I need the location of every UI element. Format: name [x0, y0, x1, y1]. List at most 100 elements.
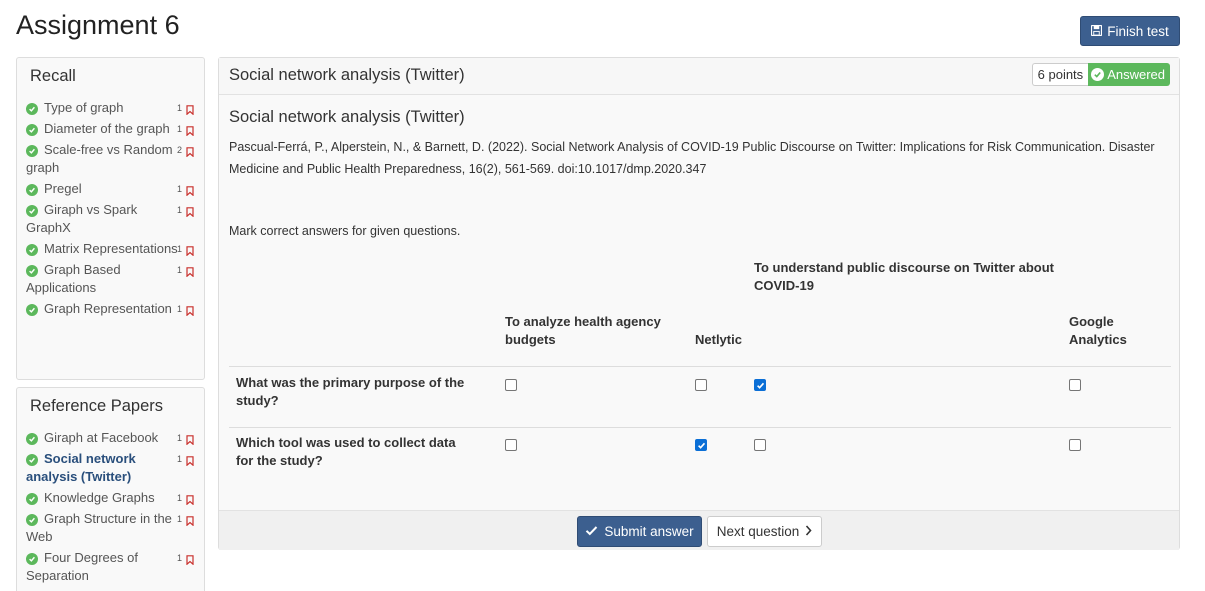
reference-paper-item-label: Giraph at Facebook: [44, 430, 159, 445]
submit-answer-button[interactable]: Submit answer: [577, 516, 702, 547]
table-divider: [229, 366, 1171, 367]
item-count: 1: [176, 184, 182, 194]
check-circle-icon: [26, 184, 38, 196]
row-question-2: Which tool was used to collect data for …: [236, 435, 456, 468]
recall-list: Type of graph 1 Diameter of the graph 1 Scal…: [17, 94, 204, 318]
submit-answer-label: Submit answer: [604, 524, 694, 539]
reference-paper-item[interactable]: Giraph at Facebook 1: [26, 429, 204, 447]
answer-checkbox[interactable]: [1069, 439, 1081, 451]
points-badge: 6 points: [1031, 63, 1089, 86]
question-footer: Submit answer Next question: [219, 510, 1179, 550]
answered-label: Answered: [1107, 67, 1165, 82]
bookmark-icon[interactable]: [186, 145, 194, 158]
recall-item-label: Matrix Representations: [44, 241, 178, 256]
next-question-button[interactable]: Next question: [707, 516, 822, 547]
check-circle-icon: [26, 433, 38, 445]
question-header-title: Social network analysis (Twitter): [229, 66, 465, 84]
bookmark-icon[interactable]: [186, 454, 194, 467]
recall-item-label: Graph Based Applications: [26, 262, 121, 295]
item-count: 2: [176, 145, 182, 155]
bookmark-icon[interactable]: [186, 103, 194, 116]
bookmark-icon[interactable]: [186, 184, 194, 197]
check-circle-icon: [26, 514, 38, 526]
table-divider: [229, 427, 1171, 428]
reference-papers-panel: Reference Papers Giraph at Facebook 1 Soci…: [16, 387, 205, 591]
bookmark-icon[interactable]: [186, 244, 194, 257]
item-count: 1: [176, 124, 182, 134]
bookmark-icon[interactable]: [186, 493, 194, 506]
check-circle-icon: [26, 124, 38, 136]
check-circle-icon: [1091, 68, 1105, 81]
bookmark-icon[interactable]: [186, 553, 194, 566]
reference-papers-heading: Reference Papers: [30, 397, 163, 415]
check-circle-icon: [26, 145, 38, 157]
item-count: 1: [176, 433, 182, 443]
check-icon: [585, 524, 598, 539]
bookmark-icon[interactable]: [186, 124, 194, 137]
check-circle-icon: [26, 454, 38, 466]
reference-paper-item[interactable]: Four Degrees of Separation 1: [26, 549, 204, 585]
finish-test-button[interactable]: Finish test: [1080, 16, 1180, 46]
recall-item[interactable]: Graph Representation 1: [26, 300, 204, 318]
column-header-3: To understand public discourse on Twitte…: [754, 260, 1054, 293]
recall-item-label: Graph Representation: [44, 301, 172, 316]
answer-checkbox[interactable]: [695, 379, 707, 391]
answer-checkbox[interactable]: [1069, 379, 1081, 391]
item-count: 1: [176, 514, 182, 524]
recall-item-label: Pregel: [44, 181, 82, 196]
bookmark-icon[interactable]: [186, 205, 194, 218]
page-title: Assignment 6: [16, 10, 180, 40]
check-circle-icon: [26, 553, 38, 565]
reference-paper-item[interactable]: Knowledge Graphs 1: [26, 489, 204, 507]
item-count: 1: [176, 103, 182, 113]
answer-checkbox[interactable]: [754, 379, 766, 391]
item-count: 1: [176, 553, 182, 563]
next-question-label: Next question: [716, 524, 800, 539]
finish-test-label: Finish test: [1107, 23, 1169, 39]
bookmark-icon[interactable]: [186, 514, 194, 527]
reference-paper-item[interactable]: Social network analysis (Twitter) 1: [26, 450, 204, 486]
reference-paper-item-label: Four Degrees of Separation: [26, 550, 138, 583]
question-header: Social network analysis (Twitter) 6 poin…: [219, 58, 1179, 95]
answer-checkbox[interactable]: [754, 439, 766, 451]
recall-item[interactable]: Type of graph 1: [26, 99, 204, 117]
recall-item-label: Scale-free vs Random graph: [26, 142, 173, 175]
item-count: 1: [176, 244, 182, 254]
recall-item-label: Diameter of the graph: [44, 121, 170, 136]
reference-paper-item-label: Social network analysis (Twitter): [26, 451, 136, 484]
answered-badge: Answered: [1088, 63, 1170, 86]
row-question-1: What was the primary purpose of the stud…: [236, 375, 465, 408]
recall-item[interactable]: Pregel 1: [26, 180, 204, 198]
check-circle-icon: [26, 493, 38, 505]
chevron-right-icon: [805, 524, 812, 539]
recall-item[interactable]: Graph Based Applications 1: [26, 261, 204, 297]
answer-checkbox[interactable]: [505, 439, 517, 451]
question-panel: Social network analysis (Twitter) 6 poin…: [218, 57, 1180, 550]
save-icon: [1091, 24, 1103, 39]
status-badge: 6 points Answered: [1031, 63, 1170, 86]
recall-item[interactable]: Diameter of the graph 1: [26, 120, 204, 138]
question-title: Social network analysis (Twitter): [229, 108, 465, 126]
bookmark-icon[interactable]: [186, 433, 194, 446]
instruction-text: Mark correct answers for given questions…: [229, 224, 461, 238]
check-circle-icon: [26, 205, 38, 217]
recall-panel: Recall Type of graph 1 Diameter of the gra…: [16, 57, 205, 380]
recall-item[interactable]: Matrix Representations 1: [26, 240, 204, 258]
answer-checkbox[interactable]: [695, 439, 707, 451]
recall-item-label: Giraph vs Spark GraphX: [26, 202, 138, 235]
citation-text: Pascual-Ferrá, P., Alperstein, N., & Bar…: [229, 140, 1155, 176]
recall-heading: Recall: [30, 67, 76, 85]
item-count: 1: [176, 304, 182, 314]
check-circle-icon: [26, 103, 38, 115]
recall-item[interactable]: Scale-free vs Random graph 2: [26, 141, 204, 177]
recall-item[interactable]: Giraph vs Spark GraphX 1: [26, 201, 204, 237]
answer-checkbox[interactable]: [505, 379, 517, 391]
column-header-2: Netlytic: [695, 332, 742, 347]
reference-paper-item-label: Knowledge Graphs: [44, 490, 155, 505]
bookmark-icon[interactable]: [186, 304, 194, 317]
bookmark-icon[interactable]: [186, 265, 194, 278]
recall-item-label: Type of graph: [44, 100, 124, 115]
reference-papers-list: Giraph at Facebook 1 Social network analys…: [17, 424, 204, 585]
reference-paper-item[interactable]: Graph Structure in the Web 1: [26, 510, 204, 546]
item-count: 1: [176, 454, 182, 464]
